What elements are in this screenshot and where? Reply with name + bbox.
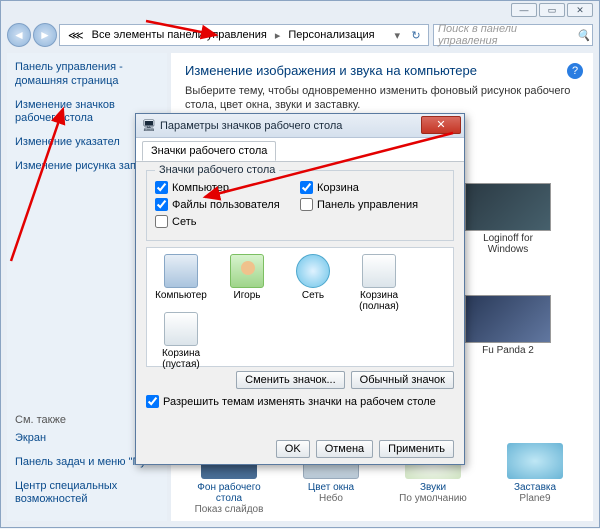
preview-computer[interactable]: Компьютер xyxy=(153,254,209,312)
tab-desktop-icons[interactable]: Значки рабочего стола xyxy=(142,141,276,161)
cancel-button[interactable]: Отмена xyxy=(316,440,373,458)
forward-button[interactable]: ► xyxy=(33,23,57,47)
preview-bin-full[interactable]: Корзина (полная) xyxy=(351,254,407,312)
page-title: Изменение изображения и звука на компьют… xyxy=(185,63,579,78)
ok-button[interactable]: OK xyxy=(276,440,310,458)
chk-computer[interactable]: Компьютер xyxy=(155,181,300,194)
preview-user[interactable]: Игорь xyxy=(219,254,275,312)
minimize-button[interactable]: — xyxy=(511,3,537,17)
breadcrumb[interactable]: ⋘ Все элементы панели управления ▸ Персо… xyxy=(59,24,429,46)
search-placeholder: Поиск в панели управления xyxy=(438,23,575,47)
dialog-title: Параметры значков рабочего стола xyxy=(160,120,342,132)
icons-group: Значки рабочего стола Компьютер Корзина … xyxy=(146,170,454,241)
chk-user-files[interactable]: Файлы пользователя xyxy=(155,198,300,211)
tab-strip: Значки рабочего стола xyxy=(136,138,464,162)
sidebar-home[interactable]: Панель управления - домашняя страница xyxy=(15,61,159,89)
chk-control-panel[interactable]: Панель управления xyxy=(300,198,445,211)
breadcrumb-item[interactable]: Все элементы панели управления xyxy=(88,29,271,41)
refresh-icon[interactable]: ↻ xyxy=(404,29,428,42)
maximize-button[interactable]: ▭ xyxy=(539,3,565,17)
theme-item[interactable]: Loginoff for Windows xyxy=(465,183,551,255)
app-icon: 🖥 xyxy=(142,119,156,132)
apply-button[interactable]: Применить xyxy=(379,440,454,458)
chk-recycle-bin[interactable]: Корзина xyxy=(300,181,445,194)
chk-allow-themes[interactable]: Разрешить темам изменять значки на рабоч… xyxy=(146,395,454,408)
search-icon: 🔍 xyxy=(575,29,592,42)
group-label: Значки рабочего стола xyxy=(155,164,279,176)
preview-bin-empty[interactable]: Корзина (пустая) xyxy=(153,312,209,370)
dialog-close-button[interactable]: ✕ xyxy=(421,116,461,134)
sidebar-link-ease[interactable]: Центр специальных возможностей xyxy=(15,480,167,508)
desktop-icons-dialog: 🖥 Параметры значков рабочего стола ✕ Зна… xyxy=(135,113,465,465)
nav-bar: ◄ ► ⋘ Все элементы панели управления ▸ П… xyxy=(7,23,593,47)
default-icon-button[interactable]: Обычный значок xyxy=(351,371,454,389)
back-button[interactable]: ◄ xyxy=(7,23,31,47)
icon-preview: Компьютер Игорь Сеть Корзина (полная) Ко… xyxy=(146,247,454,367)
close-button[interactable]: ✕ xyxy=(567,3,593,17)
chevron-right-icon: ▸ xyxy=(271,29,285,42)
screensaver-icon xyxy=(507,443,563,479)
breadcrumb-item[interactable]: Персонализация xyxy=(284,29,378,41)
help-icon[interactable]: ? xyxy=(567,63,583,79)
theme-item[interactable]: Fu Panda 2 xyxy=(465,295,551,356)
preview-network[interactable]: Сеть xyxy=(285,254,341,312)
chk-network[interactable]: Сеть xyxy=(155,215,300,228)
window-controls: — ▭ ✕ xyxy=(511,3,593,17)
page-subtitle: Выберите тему, чтобы одновременно измени… xyxy=(185,84,579,113)
window: — ▭ ✕ ◄ ► ⋘ Все элементы панели управлен… xyxy=(0,0,600,528)
option-screensaver[interactable]: Заставка Plane9 xyxy=(491,443,579,515)
dialog-titlebar[interactable]: 🖥 Параметры значков рабочего стола ✕ xyxy=(136,114,464,138)
change-icon-button[interactable]: Сменить значок... xyxy=(236,371,345,389)
search-input[interactable]: Поиск в панели управления 🔍 xyxy=(433,24,593,46)
